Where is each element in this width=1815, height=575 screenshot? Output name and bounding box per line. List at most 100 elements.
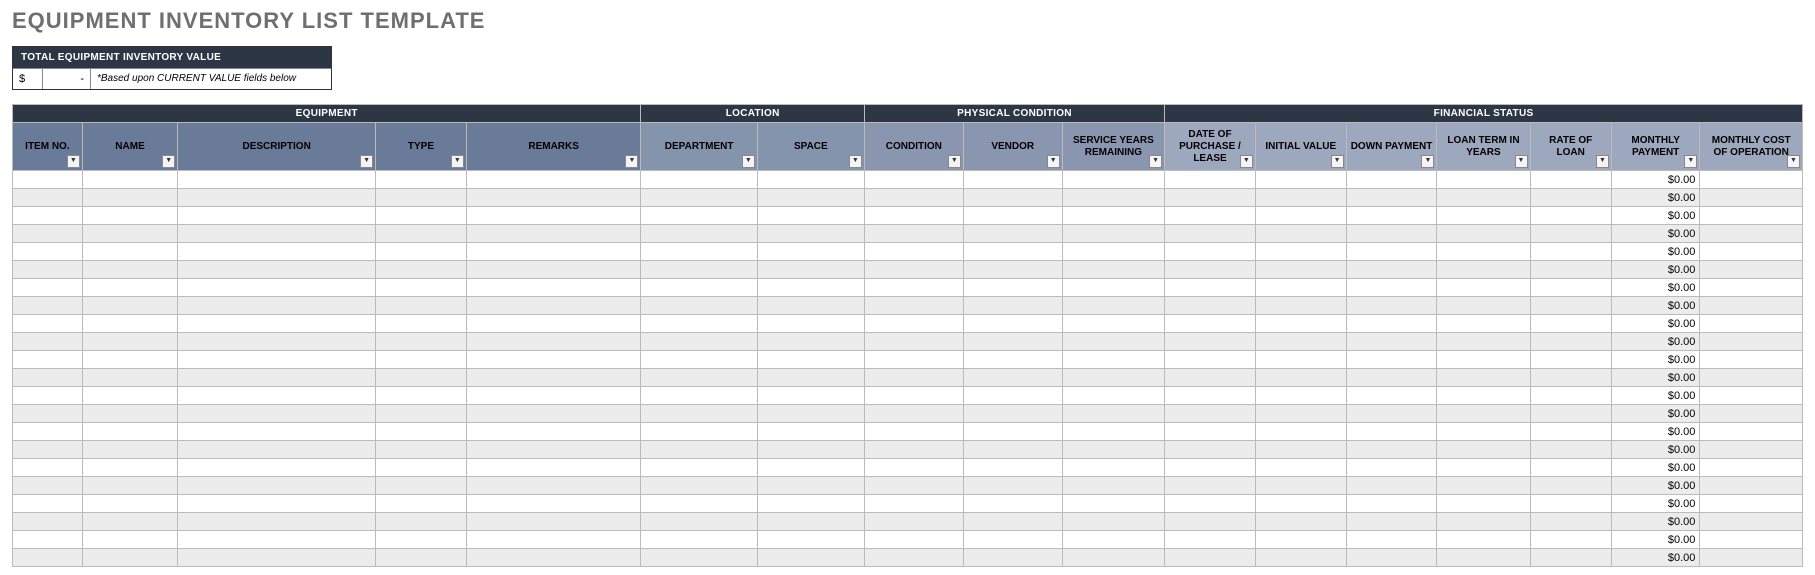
cell-down-payment[interactable]	[1346, 279, 1437, 297]
cell-department[interactable]	[641, 297, 757, 315]
cell-item-no[interactable]	[13, 171, 83, 189]
cell-type[interactable]	[376, 405, 467, 423]
cell-space[interactable]	[757, 405, 864, 423]
cell-department[interactable]	[641, 225, 757, 243]
cell-name[interactable]	[82, 441, 177, 459]
cell-description[interactable]	[178, 495, 376, 513]
cell-down-payment[interactable]	[1346, 477, 1437, 495]
cell-service-years[interactable]	[1062, 459, 1164, 477]
cell-rate[interactable]	[1530, 189, 1611, 207]
cell-name[interactable]	[82, 261, 177, 279]
cell-down-payment[interactable]	[1346, 225, 1437, 243]
cell-vendor[interactable]	[963, 495, 1062, 513]
cell-vendor[interactable]	[963, 243, 1062, 261]
cell-vendor[interactable]	[963, 387, 1062, 405]
filter-dropdown-icon[interactable]: ▼	[625, 155, 638, 168]
cell-space[interactable]	[757, 333, 864, 351]
cell-initial-value[interactable]	[1255, 477, 1346, 495]
cell-item-no[interactable]	[13, 315, 83, 333]
cell-space[interactable]	[757, 495, 864, 513]
cell-rate[interactable]	[1530, 261, 1611, 279]
cell-vendor[interactable]	[963, 207, 1062, 225]
cell-initial-value[interactable]	[1255, 423, 1346, 441]
cell-space[interactable]	[757, 315, 864, 333]
cell-date-purchase[interactable]	[1165, 333, 1256, 351]
cell-initial-value[interactable]	[1255, 405, 1346, 423]
cell-department[interactable]	[641, 189, 757, 207]
cell-initial-value[interactable]	[1255, 459, 1346, 477]
cell-vendor[interactable]	[963, 477, 1062, 495]
cell-initial-value[interactable]	[1255, 243, 1346, 261]
cell-remarks[interactable]	[466, 477, 641, 495]
cell-date-purchase[interactable]	[1165, 297, 1256, 315]
cell-condition[interactable]	[864, 369, 963, 387]
cell-name[interactable]	[82, 531, 177, 549]
cell-space[interactable]	[757, 189, 864, 207]
cell-down-payment[interactable]	[1346, 315, 1437, 333]
cell-monthly-cost[interactable]	[1700, 387, 1803, 405]
cell-type[interactable]	[376, 297, 467, 315]
cell-down-payment[interactable]	[1346, 459, 1437, 477]
cell-name[interactable]	[82, 477, 177, 495]
cell-type[interactable]	[376, 495, 467, 513]
cell-service-years[interactable]	[1062, 531, 1164, 549]
cell-type[interactable]	[376, 189, 467, 207]
cell-description[interactable]	[178, 225, 376, 243]
cell-item-no[interactable]	[13, 477, 83, 495]
cell-space[interactable]	[757, 243, 864, 261]
filter-dropdown-icon[interactable]: ▼	[1047, 155, 1060, 168]
cell-remarks[interactable]	[466, 297, 641, 315]
cell-name[interactable]	[82, 279, 177, 297]
cell-service-years[interactable]	[1062, 405, 1164, 423]
cell-remarks[interactable]	[466, 495, 641, 513]
summary-currency[interactable]: $	[13, 69, 43, 89]
cell-down-payment[interactable]	[1346, 297, 1437, 315]
cell-description[interactable]	[178, 279, 376, 297]
cell-department[interactable]	[641, 243, 757, 261]
cell-date-purchase[interactable]	[1165, 171, 1256, 189]
cell-name[interactable]	[82, 243, 177, 261]
cell-description[interactable]	[178, 351, 376, 369]
cell-monthly-cost[interactable]	[1700, 423, 1803, 441]
filter-dropdown-icon[interactable]: ▼	[1787, 155, 1800, 168]
cell-department[interactable]	[641, 531, 757, 549]
cell-name[interactable]	[82, 315, 177, 333]
cell-vendor[interactable]	[963, 513, 1062, 531]
filter-dropdown-icon[interactable]: ▼	[67, 155, 80, 168]
cell-description[interactable]	[178, 261, 376, 279]
cell-date-purchase[interactable]	[1165, 261, 1256, 279]
cell-monthly-payment[interactable]: $0.00	[1611, 315, 1699, 333]
cell-rate[interactable]	[1530, 225, 1611, 243]
cell-item-no[interactable]	[13, 441, 83, 459]
cell-down-payment[interactable]	[1346, 495, 1437, 513]
cell-service-years[interactable]	[1062, 315, 1164, 333]
cell-service-years[interactable]	[1062, 477, 1164, 495]
cell-rate[interactable]	[1530, 279, 1611, 297]
cell-loan-term[interactable]	[1437, 387, 1530, 405]
cell-monthly-cost[interactable]	[1700, 369, 1803, 387]
cell-condition[interactable]	[864, 243, 963, 261]
cell-item-no[interactable]	[13, 189, 83, 207]
cell-remarks[interactable]	[466, 261, 641, 279]
cell-condition[interactable]	[864, 315, 963, 333]
cell-loan-term[interactable]	[1437, 243, 1530, 261]
cell-type[interactable]	[376, 369, 467, 387]
cell-loan-term[interactable]	[1437, 459, 1530, 477]
cell-monthly-cost[interactable]	[1700, 477, 1803, 495]
cell-item-no[interactable]	[13, 225, 83, 243]
cell-monthly-payment[interactable]: $0.00	[1611, 513, 1699, 531]
cell-service-years[interactable]	[1062, 513, 1164, 531]
cell-vendor[interactable]	[963, 333, 1062, 351]
cell-space[interactable]	[757, 441, 864, 459]
cell-loan-term[interactable]	[1437, 189, 1530, 207]
cell-vendor[interactable]	[963, 279, 1062, 297]
cell-description[interactable]	[178, 531, 376, 549]
cell-name[interactable]	[82, 333, 177, 351]
cell-initial-value[interactable]	[1255, 351, 1346, 369]
cell-loan-term[interactable]	[1437, 405, 1530, 423]
cell-service-years[interactable]	[1062, 351, 1164, 369]
cell-loan-term[interactable]	[1437, 297, 1530, 315]
cell-department[interactable]	[641, 387, 757, 405]
filter-dropdown-icon[interactable]: ▼	[1421, 155, 1434, 168]
cell-type[interactable]	[376, 459, 467, 477]
